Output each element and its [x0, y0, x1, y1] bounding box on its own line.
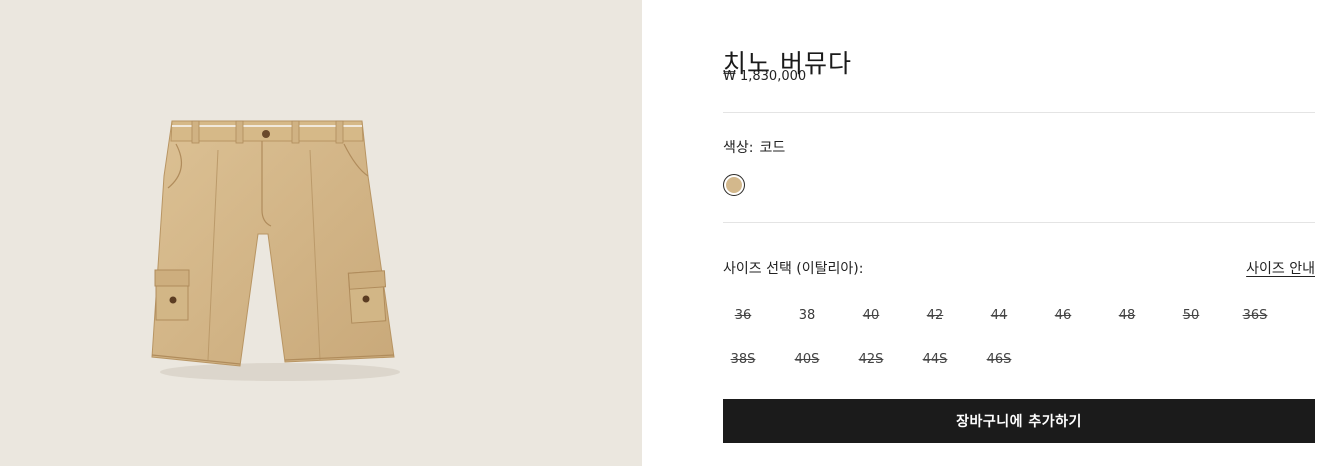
size-header: 사이즈 선택 (이탈리아): 사이즈 안내: [723, 258, 1315, 278]
product-image-panel: [0, 0, 642, 466]
add-to-cart-button[interactable]: 장바구니에 추가하기: [723, 399, 1315, 443]
size-option-50[interactable]: 50: [1171, 308, 1211, 323]
color-label: 색상:: [723, 140, 754, 156]
color-swatch-code[interactable]: [723, 174, 745, 196]
divider: [723, 112, 1315, 113]
color-value: 코드: [759, 140, 786, 156]
size-option-44s[interactable]: 44S: [915, 352, 955, 367]
product-details: 치노 버뮤다 ₩ 1,830,000 색상: 코드 사이즈 선택 (이탈리아): …: [723, 0, 1315, 466]
divider: [723, 222, 1315, 223]
size-option-40s[interactable]: 40S: [787, 352, 827, 367]
size-option-44[interactable]: 44: [979, 308, 1019, 323]
size-option-36s[interactable]: 36S: [1235, 308, 1275, 323]
size-select-label: 사이즈 선택 (이탈리아):: [723, 261, 864, 277]
chino-bermuda-shorts-image[interactable]: [0, 0, 642, 466]
size-option-40[interactable]: 40: [851, 308, 891, 323]
size-option-38s[interactable]: 38S: [723, 352, 763, 367]
color-label-row: 색상: 코드: [723, 137, 785, 157]
size-guide-link[interactable]: 사이즈 안내: [1246, 258, 1315, 278]
product-price: ₩ 1,830,000: [723, 69, 807, 84]
size-option-38[interactable]: 38: [787, 308, 827, 323]
size-option-48[interactable]: 48: [1107, 308, 1147, 323]
size-option-42s[interactable]: 42S: [851, 352, 891, 367]
size-option-42[interactable]: 42: [915, 308, 955, 323]
size-option-46s[interactable]: 46S: [979, 352, 1019, 367]
size-option-46[interactable]: 46: [1043, 308, 1083, 323]
size-option-36[interactable]: 36: [723, 308, 763, 323]
